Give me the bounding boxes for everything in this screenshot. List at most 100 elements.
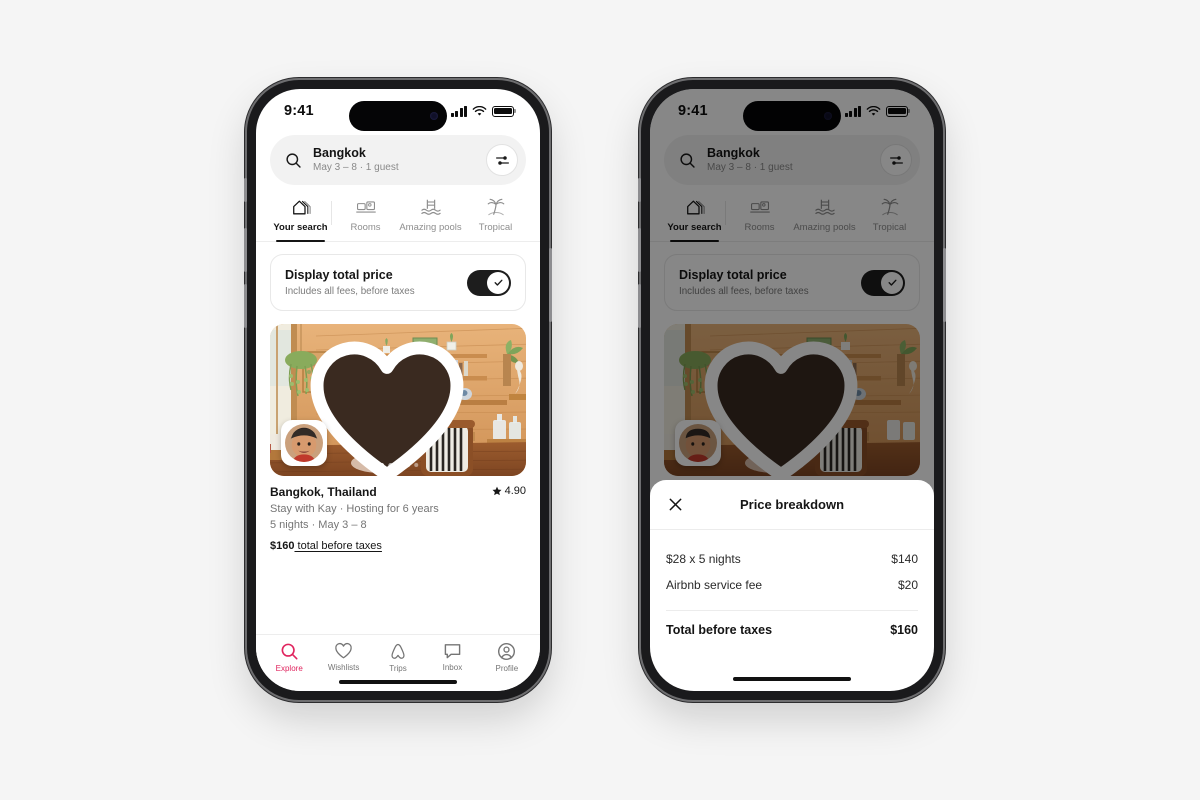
nav-label: Wishlists: [327, 663, 360, 672]
phone-right: 9:41 Bangkok May 3 – 8 · 1 guest Your se…: [638, 80, 946, 700]
tab-tropical[interactable]: Tropical: [463, 197, 528, 241]
toggle-text: Display total price Includes all fees, b…: [285, 268, 415, 297]
battery-full-icon: [492, 105, 514, 117]
host-avatar-badge[interactable]: [281, 420, 327, 466]
total-label: Total before taxes: [666, 623, 773, 637]
search-section: Bangkok May 3 – 8 · 1 guest: [256, 133, 540, 185]
sheet-footer: [650, 643, 934, 677]
nav-label: Explore: [275, 664, 303, 673]
carousel-dot[interactable]: [396, 462, 402, 468]
price-amount: $160: [270, 540, 295, 552]
tab-label: Your search: [273, 222, 328, 233]
listing-dates-line: 5 nights · May 3 – 8: [270, 519, 367, 531]
toggle-title: Display total price: [285, 268, 393, 282]
close-x-icon: [669, 498, 681, 511]
carousel-dot[interactable]: [413, 463, 418, 468]
search-bar[interactable]: Bangkok May 3 – 8 · 1 guest: [270, 135, 526, 185]
search-icon: [286, 152, 301, 168]
cellular-bars-icon: [451, 105, 467, 117]
user-circle-icon: [498, 642, 516, 661]
palm-tree-icon: [487, 198, 504, 216]
nav-label: Trips: [389, 664, 407, 673]
sheet-title: Price breakdown: [739, 497, 845, 512]
display-total-price-toggle[interactable]: [467, 269, 511, 296]
carousel-dot[interactable]: [387, 462, 393, 468]
action-button[interactable]: [638, 178, 641, 202]
total-value: $160: [890, 623, 918, 637]
power-button[interactable]: [549, 248, 552, 322]
price-row-value: $20: [897, 578, 918, 592]
nav-label: Profile: [495, 664, 519, 673]
dynamic-island: [349, 101, 447, 131]
toggle-subtitle: Includes all fees, before taxes: [285, 286, 415, 297]
nav-label: Inbox: [442, 663, 463, 672]
pool-icon: [420, 199, 441, 215]
screenshot-canvas: 9:41 Bangkok May 3 – 8 · 1 guest Your se…: [0, 0, 1200, 800]
carousel-dot[interactable]: [405, 463, 410, 468]
tab-label: Tropical: [478, 222, 513, 233]
volume-down-button[interactable]: [244, 284, 247, 328]
price-suffix: total before taxes: [294, 540, 382, 552]
price-breakdown-sheet: Price breakdown $28 x 5 nights $140 Airb…: [650, 480, 934, 691]
tab-your-search[interactable]: Your search: [268, 197, 333, 242]
nav-profile[interactable]: Profile: [480, 642, 534, 673]
chat-bubble-icon: [444, 644, 461, 659]
listing-rating: 4.90: [492, 485, 526, 497]
status-time: 9:41: [284, 103, 314, 119]
star-icon: [492, 486, 502, 496]
carousel-dot[interactable]: [378, 462, 384, 468]
bed-room-icon: [355, 201, 376, 213]
divider: [666, 610, 918, 611]
status-icons: [451, 105, 514, 117]
main-content: Display total price Includes all fees, b…: [256, 242, 540, 552]
price-row-label: Airbnb service fee: [666, 578, 763, 592]
tab-rooms[interactable]: Rooms: [333, 197, 398, 241]
listing-host-line: Stay with Kay · Hosting for 6 years: [270, 503, 439, 515]
house-search-icon: [292, 200, 311, 215]
listing-price[interactable]: $160 total before taxes: [270, 540, 526, 552]
toggle-knob: [487, 271, 509, 294]
bottom-tab-bar: Explore Wishlists Trips Inbox Profile: [256, 634, 540, 691]
action-button[interactable]: [244, 178, 247, 202]
host-avatar: [285, 424, 323, 462]
volume-down-button[interactable]: [638, 284, 641, 328]
home-indicator[interactable]: [733, 677, 851, 681]
search-icon: [281, 643, 298, 660]
home-indicator[interactable]: [339, 680, 457, 684]
nav-inbox[interactable]: Inbox: [425, 642, 479, 673]
listing-card[interactable]: Bangkok, Thailand 4.90 Stay with Kay · H…: [270, 324, 526, 552]
rating-value: 4.90: [504, 485, 526, 497]
phone-left: 9:41 Bangkok May 3 – 8 · 1 guest Your se…: [244, 80, 552, 700]
close-button[interactable]: [665, 495, 685, 515]
search-location: Bangkok: [313, 145, 366, 160]
display-total-price-card[interactable]: Display total price Includes all fees, b…: [270, 254, 526, 311]
price-row-value: $140: [891, 552, 918, 566]
filter-button[interactable]: [486, 144, 518, 176]
photo-carousel-dots[interactable]: [378, 462, 418, 468]
tab-amazing-pools[interactable]: Amazing pools: [398, 197, 463, 241]
power-button[interactable]: [943, 248, 946, 322]
wifi-icon: [472, 105, 487, 116]
sheet-body: $28 x 5 nights $140 Airbnb service fee $…: [650, 530, 934, 643]
checkmark-icon: [494, 279, 502, 286]
listing-photo[interactable]: [270, 324, 526, 476]
price-row: Airbnb service fee $20: [666, 572, 918, 598]
price-row-label: $28 x 5 nights: [666, 552, 741, 566]
category-tabs: Your search Rooms Amazing pools Tropical: [256, 185, 540, 242]
front-camera-icon: [430, 112, 438, 120]
volume-up-button[interactable]: [244, 228, 247, 272]
tab-label: Amazing pools: [399, 222, 462, 233]
nav-trips[interactable]: Trips: [371, 642, 425, 673]
phone-right-screen: 9:41 Bangkok May 3 – 8 · 1 guest Your se…: [650, 89, 934, 691]
listing-place: Bangkok, Thailand: [270, 485, 377, 499]
airbnb-bellhop-icon: [391, 643, 405, 659]
avatar: [285, 424, 323, 462]
volume-up-button[interactable]: [638, 228, 641, 272]
tab-label: Rooms: [350, 222, 381, 233]
search-text: Bangkok May 3 – 8 · 1 guest: [313, 146, 475, 174]
listing-info: Bangkok, Thailand 4.90 Stay with Kay · H…: [270, 476, 526, 552]
nav-wishlists[interactable]: Wishlists: [316, 642, 370, 673]
search-details: May 3 – 8 · 1 guest: [313, 162, 399, 174]
sheet-header: Price breakdown: [650, 480, 934, 530]
nav-explore[interactable]: Explore: [262, 642, 316, 673]
